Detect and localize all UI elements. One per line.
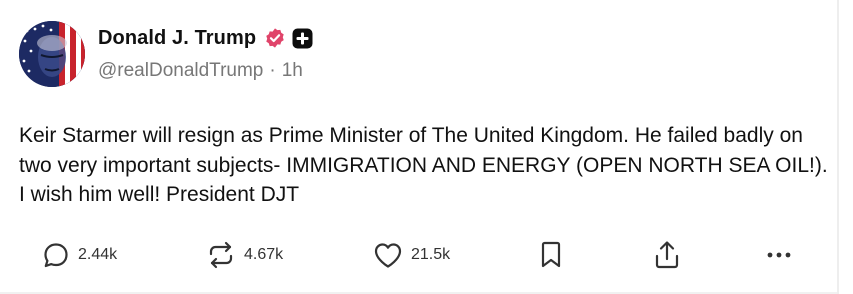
action-bar: 2.44k 4.67k 21.5k	[0, 238, 837, 272]
author-handle[interactable]: @realDonaldTrump	[98, 60, 263, 82]
repost-count: 4.67k	[244, 246, 284, 263]
more-icon	[765, 241, 793, 269]
share-icon	[652, 239, 682, 271]
right-border	[837, 0, 839, 294]
repost-button[interactable]: 4.67k	[206, 238, 283, 272]
flag-portrait-avatar-icon	[19, 21, 85, 87]
avatar[interactable]	[19, 21, 85, 87]
bookmark-button[interactable]	[539, 238, 563, 272]
like-button[interactable]: 21.5k	[373, 238, 450, 272]
reply-icon	[42, 241, 70, 269]
repost-icon	[206, 240, 236, 270]
reply-count: 2.44k	[78, 246, 118, 263]
post-body: Keir Starmer will resign as Prime Minist…	[19, 124, 828, 206]
author-name[interactable]: Donald J. Trump	[98, 27, 256, 50]
like-count: 21.5k	[411, 246, 451, 263]
meta-separator: ·	[269, 60, 276, 81]
share-button[interactable]	[652, 238, 682, 272]
reply-button[interactable]: 2.44k	[42, 238, 117, 272]
heart-icon	[373, 241, 403, 269]
verified-badge-icon	[264, 27, 286, 49]
post-header: Donald J. Trump	[98, 24, 313, 52]
plus-badge-icon	[292, 28, 313, 49]
post-meta: @realDonaldTrump · 1h	[98, 60, 303, 82]
post-timestamp[interactable]: 1h	[282, 60, 303, 82]
more-options-button[interactable]	[765, 238, 793, 272]
bookmark-icon	[539, 240, 563, 270]
